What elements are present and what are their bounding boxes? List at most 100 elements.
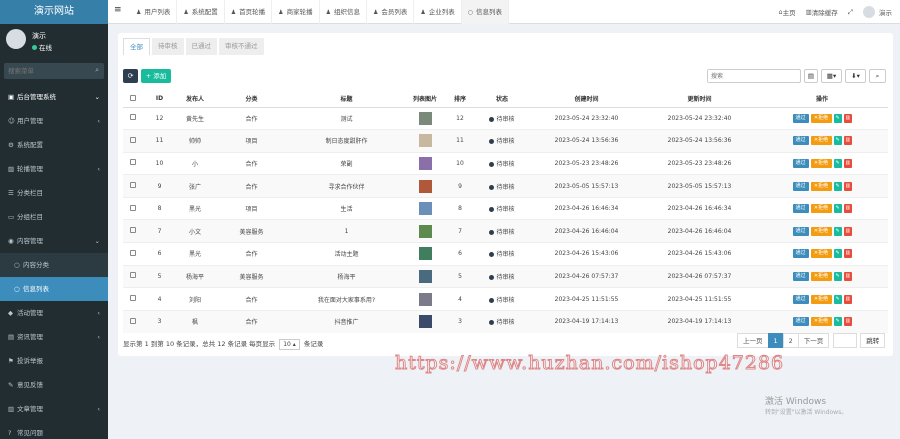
delete-button[interactable]: ▥ xyxy=(843,294,852,304)
tab-1[interactable]: ♟ 系统配置 xyxy=(177,0,225,24)
delete-button[interactable]: ▥ xyxy=(843,158,852,168)
reject-button[interactable]: ✕拒绝 xyxy=(810,204,832,214)
advanced-search-button[interactable]: ⌕ xyxy=(869,69,886,83)
topbar-action-0[interactable]: ⌂ 主页 xyxy=(779,7,796,17)
toggle-view-button[interactable]: ▤ xyxy=(804,69,818,83)
delete-button[interactable]: ▥ xyxy=(843,226,852,236)
tab-4[interactable]: ♟ 组织信息 xyxy=(320,0,367,24)
row-checkbox[interactable] xyxy=(130,272,136,279)
reject-button[interactable]: ✕拒绝 xyxy=(810,317,832,327)
thumbnail-image[interactable] xyxy=(418,269,432,283)
row-checkbox[interactable] xyxy=(130,136,136,143)
delete-button[interactable]: ▥ xyxy=(843,317,852,327)
select-all-checkbox[interactable] xyxy=(130,94,136,101)
sidebar-item-1[interactable]: ☺ 用户管理 ‹ xyxy=(0,109,108,133)
columns-button[interactable]: ▦▾ xyxy=(821,69,842,83)
sidebar-item-9[interactable]: ◆ 活动管理 ‹ xyxy=(0,301,108,325)
pass-button[interactable]: 通过 xyxy=(792,158,809,168)
pass-button[interactable]: 通过 xyxy=(792,113,809,123)
status-tab-2[interactable]: 已通过 xyxy=(185,38,217,55)
refresh-button[interactable]: ⟳ xyxy=(123,69,138,83)
pass-button[interactable]: 通过 xyxy=(792,294,809,304)
tab-3[interactable]: ♟ 商家轮播 xyxy=(272,0,320,24)
delete-button[interactable]: ▥ xyxy=(843,113,852,123)
edit-button[interactable]: ✎ xyxy=(833,317,842,327)
sidebar-item-13[interactable]: ▥ 文章管理 ‹ xyxy=(0,397,108,421)
sidebar-item-4[interactable]: ☰ 分类栏目 xyxy=(0,181,108,205)
edit-button[interactable]: ✎ xyxy=(833,294,842,304)
pass-button[interactable]: 通过 xyxy=(792,136,809,146)
edit-button[interactable]: ✎ xyxy=(833,181,842,191)
status-tab-3[interactable]: 审核不通过 xyxy=(219,38,264,55)
edit-button[interactable]: ✎ xyxy=(833,226,842,236)
reject-button[interactable]: ✕拒绝 xyxy=(810,136,832,146)
edit-button[interactable]: ✎ xyxy=(833,249,842,259)
add-button[interactable]: + 添加 xyxy=(141,69,171,83)
export-button[interactable]: ⬇▾ xyxy=(845,69,866,83)
delete-button[interactable]: ▥ xyxy=(843,271,852,281)
thumbnail-image[interactable] xyxy=(418,224,432,238)
thumbnail-image[interactable] xyxy=(418,111,432,125)
page-jump-button[interactable]: 跳转 xyxy=(860,333,886,348)
thumbnail-image[interactable] xyxy=(418,134,432,148)
pass-button[interactable]: 通过 xyxy=(792,317,809,327)
page-jump-input[interactable] xyxy=(833,333,858,348)
prev-page-button[interactable]: 上一页 xyxy=(737,333,769,348)
reject-button[interactable]: ✕拒绝 xyxy=(810,249,832,259)
sidebar-item-7[interactable]: ○ 内容分类 xyxy=(0,253,108,277)
topbar-action-2[interactable]: ⤢ xyxy=(848,8,853,17)
tab-0[interactable]: ♟ 用户列表 xyxy=(130,0,178,24)
thumbnail-image[interactable] xyxy=(418,179,432,193)
status-tab-0[interactable]: 全部 xyxy=(123,38,150,55)
table-search-input[interactable] xyxy=(708,70,798,82)
reject-button[interactable]: ✕拒绝 xyxy=(810,294,832,304)
thumbnail-image[interactable] xyxy=(418,292,432,306)
pass-button[interactable]: 通过 xyxy=(792,204,809,214)
edit-button[interactable]: ✎ xyxy=(833,113,842,123)
row-checkbox[interactable] xyxy=(130,182,136,189)
thumbnail-image[interactable] xyxy=(418,202,432,216)
sidebar-search-input[interactable] xyxy=(4,63,84,79)
tab-6[interactable]: ♟ 企业列表 xyxy=(414,0,462,24)
row-checkbox[interactable] xyxy=(130,295,136,302)
delete-button[interactable]: ▥ xyxy=(843,181,852,191)
tab-7[interactable]: ○ 信息列表 xyxy=(461,0,509,24)
sidebar-item-2[interactable]: ⚙ 系统配置 xyxy=(0,133,108,157)
thumbnail-image[interactable] xyxy=(418,247,432,261)
thumbnail-image[interactable] xyxy=(418,156,432,170)
pass-button[interactable]: 通过 xyxy=(792,271,809,281)
delete-button[interactable]: ▥ xyxy=(843,136,852,146)
sidebar-item-3[interactable]: ▨ 轮播管理 ‹ xyxy=(0,157,108,181)
select-all-header[interactable] xyxy=(123,91,143,108)
page-button-1[interactable]: 1 xyxy=(767,333,784,348)
reject-button[interactable]: ✕拒绝 xyxy=(810,158,832,168)
sidebar-item-12[interactable]: ✎ 意见反馈 xyxy=(0,373,108,397)
row-checkbox[interactable] xyxy=(130,227,136,234)
row-checkbox[interactable] xyxy=(130,159,136,166)
edit-button[interactable]: ✎ xyxy=(833,158,842,168)
reject-button[interactable]: ✕拒绝 xyxy=(810,181,832,191)
sidebar-item-0[interactable]: ▣ 后台管理系统 ⌄ xyxy=(0,85,108,109)
row-checkbox[interactable] xyxy=(130,249,136,256)
edit-button[interactable]: ✎ xyxy=(833,204,842,214)
pass-button[interactable]: 通过 xyxy=(792,181,809,191)
pass-button[interactable]: 通过 xyxy=(792,249,809,259)
sidebar-item-5[interactable]: ▭ 分组栏目 xyxy=(0,205,108,229)
reject-button[interactable]: ✕拒绝 xyxy=(810,226,832,236)
sidebar-item-8[interactable]: ○ 信息列表 xyxy=(0,277,108,301)
tab-5[interactable]: ♟ 会员列表 xyxy=(367,0,415,24)
row-checkbox[interactable] xyxy=(130,114,136,121)
sidebar-item-6[interactable]: ◉ 内容管理 ⌄ xyxy=(0,229,108,253)
reject-button[interactable]: ✕拒绝 xyxy=(810,113,832,123)
delete-button[interactable]: ▥ xyxy=(843,249,852,259)
tab-2[interactable]: ♟ 首页轮播 xyxy=(225,0,273,24)
topbar-action-1[interactable]: ▥ 清除缓存 xyxy=(806,7,838,17)
sidebar-item-14[interactable]: ? 常见问题 xyxy=(0,421,108,439)
row-checkbox[interactable] xyxy=(130,204,136,211)
sidebar-item-10[interactable]: ▤ 资讯管理 ‹ xyxy=(0,325,108,349)
hamburger-icon[interactable]: ≡ xyxy=(114,5,122,15)
search-icon[interactable]: ⌕ xyxy=(95,66,99,75)
next-page-button[interactable]: 下一页 xyxy=(797,333,830,348)
pass-button[interactable]: 通过 xyxy=(792,226,809,236)
page-button-2[interactable]: 2 xyxy=(782,333,799,348)
